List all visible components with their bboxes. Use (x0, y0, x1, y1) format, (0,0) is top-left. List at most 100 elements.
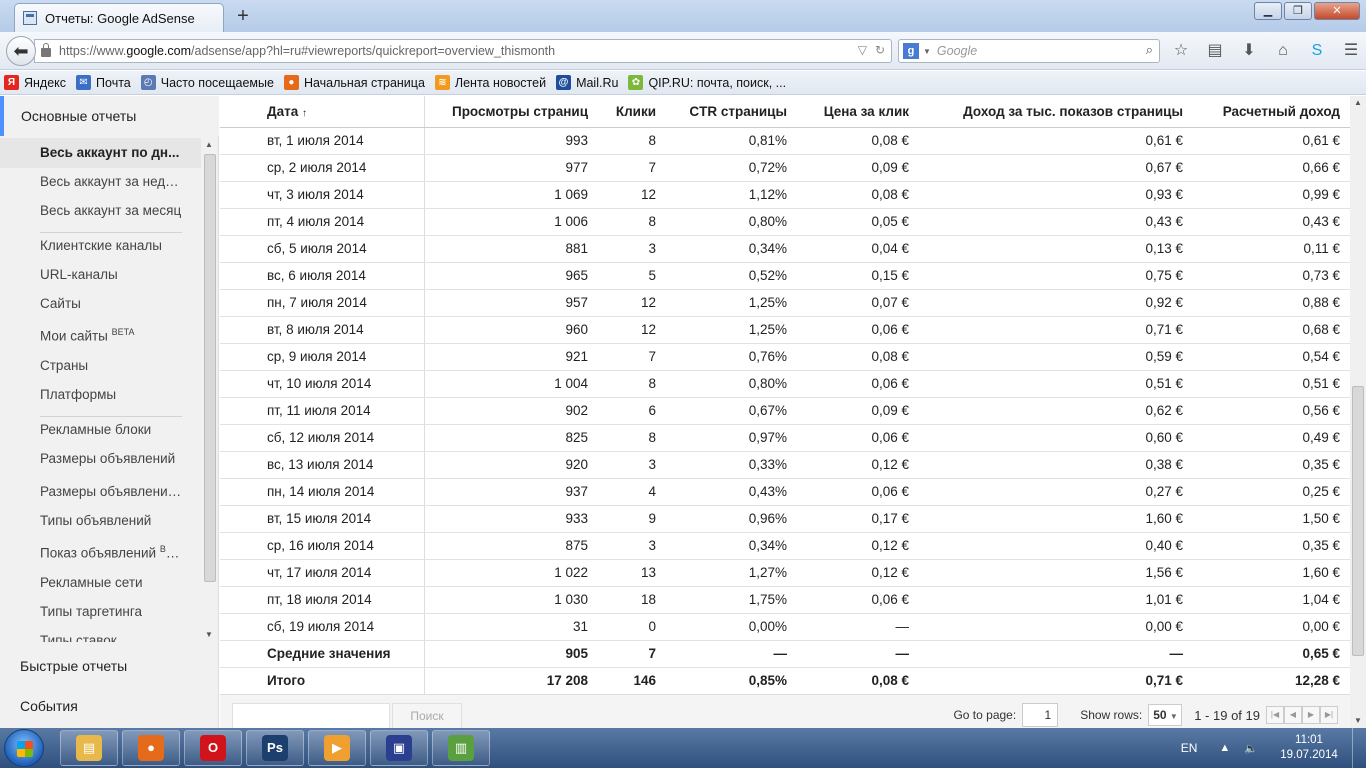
sidebar-report-item[interactable]: Размеры объявлений (40, 451, 182, 466)
column-header[interactable]: Дата ↑ (220, 96, 425, 128)
sidebar-report-item[interactable]: Сайты (40, 296, 182, 311)
last-page-icon[interactable]: ▶| (1320, 706, 1338, 724)
url-dropdown-icon[interactable]: ▽ (858, 43, 867, 57)
taskbar-app-button[interactable]: ▣ (370, 730, 428, 766)
page-scrollbar[interactable]: ▲ ▼ (1350, 96, 1366, 728)
sidebar-item-label: Сайты (40, 296, 81, 311)
browser-tab[interactable]: Отчеты: Google AdSense (14, 3, 224, 32)
nav-section-events[interactable]: События (0, 686, 219, 726)
sidebar-report-item[interactable]: Мои сайты BETA (40, 327, 182, 344)
sidebar-report-item[interactable]: Типы объявлений (40, 513, 182, 528)
sidebar-report-item[interactable]: Весь аккаунт за неде... (40, 174, 182, 189)
sidebar-report-item[interactable]: Страны (40, 358, 182, 373)
column-header[interactable]: Клики (598, 96, 666, 128)
rows-per-page-select[interactable]: 50 ▼ (1148, 704, 1183, 726)
bookmarks-list-icon[interactable]: ▤ (1204, 41, 1226, 61)
table-cell: 905 (424, 640, 598, 668)
column-header[interactable]: Цена за клик (797, 96, 919, 128)
taskbar-app-button[interactable]: Ps (246, 730, 304, 766)
show-desktop-button[interactable] (1352, 728, 1366, 768)
scroll-up-icon[interactable]: ▲ (205, 140, 213, 149)
sidebar-item-label: URL-каналы (40, 267, 118, 282)
url-bar[interactable]: https://www. google.com/adsense/app?hl=ru… (34, 39, 892, 63)
restore-icon[interactable]: ❐ (1284, 2, 1312, 20)
download-icon[interactable]: ⬇ (1238, 41, 1260, 61)
scroll-down-icon[interactable]: ▼ (205, 630, 213, 639)
search-bar[interactable]: g ▼ Google ⌕ (898, 39, 1160, 63)
menu-icon[interactable]: ☰ (1340, 41, 1362, 61)
column-header[interactable]: CTR страницы (666, 96, 797, 128)
sidebar-report-item[interactable]: Платформы (40, 387, 182, 402)
sidebar-report-item[interactable]: Рекламные блоки (40, 422, 182, 437)
nav-section-main-reports[interactable]: Основные отчеты (0, 96, 219, 136)
taskbar-app-button[interactable]: ▶ (308, 730, 366, 766)
sidebar-report-item[interactable]: Весь аккаунт за месяц (40, 203, 182, 218)
new-tab-button[interactable]: + (232, 5, 254, 27)
search-button[interactable]: Поиск (392, 703, 462, 729)
clock[interactable]: 11:01 19.07.2014 (1272, 733, 1346, 763)
navigation-bar: https://www. google.com/adsense/app?hl=ru… (0, 32, 1366, 70)
bookmark-item[interactable]: @ Mail.Ru (556, 75, 618, 90)
search-icon[interactable]: ⌕ (1146, 42, 1153, 58)
sidebar-report-item[interactable]: URL-каналы (40, 267, 182, 282)
table-cell: 7 (598, 154, 666, 182)
taskbar-app-button[interactable]: ▤ (60, 730, 118, 766)
reload-icon[interactable]: ↻ (875, 43, 885, 57)
column-header[interactable]: Расчетный доход (1193, 96, 1350, 128)
sidebar-report-item[interactable]: Типы ставок (40, 633, 182, 642)
sidebar-report-item[interactable]: Размеры объявлений... (40, 484, 182, 499)
page-scroll-down-icon[interactable]: ▼ (1354, 716, 1362, 725)
column-header[interactable]: Доход за тыс. показов страницы (919, 96, 1193, 128)
table-row: пт, 4 июля 2014 1 006 8 0,80% 0,05 €0,43 €0,… (220, 208, 1350, 236)
sidebar-report-item[interactable]: Клиентские каналы (40, 238, 182, 253)
table-row: ср, 2 июля 2014 977 7 0,72% 0,09 €0,67 €0,66… (220, 154, 1350, 182)
tray-expand-icon[interactable]: ▲ (1219, 742, 1230, 754)
back-button[interactable]: ⬅ (6, 36, 36, 66)
skype-icon[interactable]: S (1306, 41, 1328, 61)
page-scroll-thumb[interactable] (1352, 386, 1364, 656)
table-cell: Итого (220, 667, 425, 695)
next-page-icon[interactable]: ▶ (1302, 706, 1320, 724)
sort-ascending-icon: ↑ (302, 107, 308, 119)
filter-input[interactable] (232, 703, 390, 729)
prev-page-icon[interactable]: ◀ (1284, 706, 1302, 724)
mail-icon: ✉ (76, 75, 92, 90)
bookmark-item[interactable]: ◴ Часто посещаемые (140, 75, 274, 90)
volume-icon[interactable]: 🔈 (1244, 742, 1258, 755)
taskbar-app-button[interactable]: O (184, 730, 242, 766)
bookmark-item[interactable]: ✉ Почта (76, 75, 131, 90)
table-cell: 0,65 € (1193, 640, 1350, 668)
table-cell: 0,07 € (797, 289, 919, 317)
bookmark-star-icon[interactable]: ☆ (1170, 41, 1192, 61)
first-page-icon[interactable]: |◀ (1266, 706, 1284, 724)
bookmark-item[interactable]: Я Яндекс (4, 75, 66, 90)
sidebar-scrollbar[interactable]: ▲ ▼ (201, 138, 217, 642)
table-cell: пт, 4 июля 2014 (220, 208, 425, 236)
taskbar-app-button[interactable]: ▥ (432, 730, 490, 766)
start-button[interactable] (4, 729, 44, 767)
sidebar-scroll-thumb[interactable] (204, 154, 216, 582)
google-icon[interactable]: g (903, 43, 919, 59)
column-header[interactable]: Просмотры страниц (424, 96, 598, 128)
page-input[interactable]: 1 (1022, 703, 1059, 727)
sidebar-divider (40, 416, 182, 417)
taskbar-app-button[interactable]: ● (122, 730, 180, 766)
close-icon[interactable]: ✕ (1314, 2, 1360, 20)
bookmark-item[interactable]: ✿ QIP.RU: почта, поиск, ... (628, 75, 786, 90)
sidebar-report-item[interactable]: Показ объявлений BETA (40, 544, 182, 561)
sidebar-report-item[interactable]: Весь аккаунт по дн... (40, 145, 182, 160)
table-cell: 0,06 € (797, 424, 919, 452)
table-cell: 0,08 € (797, 181, 919, 209)
bookmark-item[interactable]: ≋ Лента новостей (434, 75, 546, 90)
home-icon[interactable]: ⌂ (1272, 41, 1294, 61)
table-cell: 0,51 € (919, 370, 1193, 398)
bookmark-item[interactable]: ● Начальная страница (283, 75, 425, 90)
nav-section-quick-reports[interactable]: Быстрые отчеты (0, 646, 219, 686)
summary-row: Итого 17 208 146 0,85% 0,08 €0,71 €12,28 € (220, 667, 1350, 695)
page-scroll-up-icon[interactable]: ▲ (1354, 98, 1362, 107)
minimize-icon[interactable]: ▁ (1254, 2, 1282, 20)
sidebar-report-item[interactable]: Типы таргетинга (40, 604, 182, 619)
language-indicator[interactable]: EN (1181, 741, 1198, 755)
sidebar-report-item[interactable]: Рекламные сети (40, 575, 182, 590)
search-dropdown-icon[interactable]: ▼ (923, 47, 931, 56)
